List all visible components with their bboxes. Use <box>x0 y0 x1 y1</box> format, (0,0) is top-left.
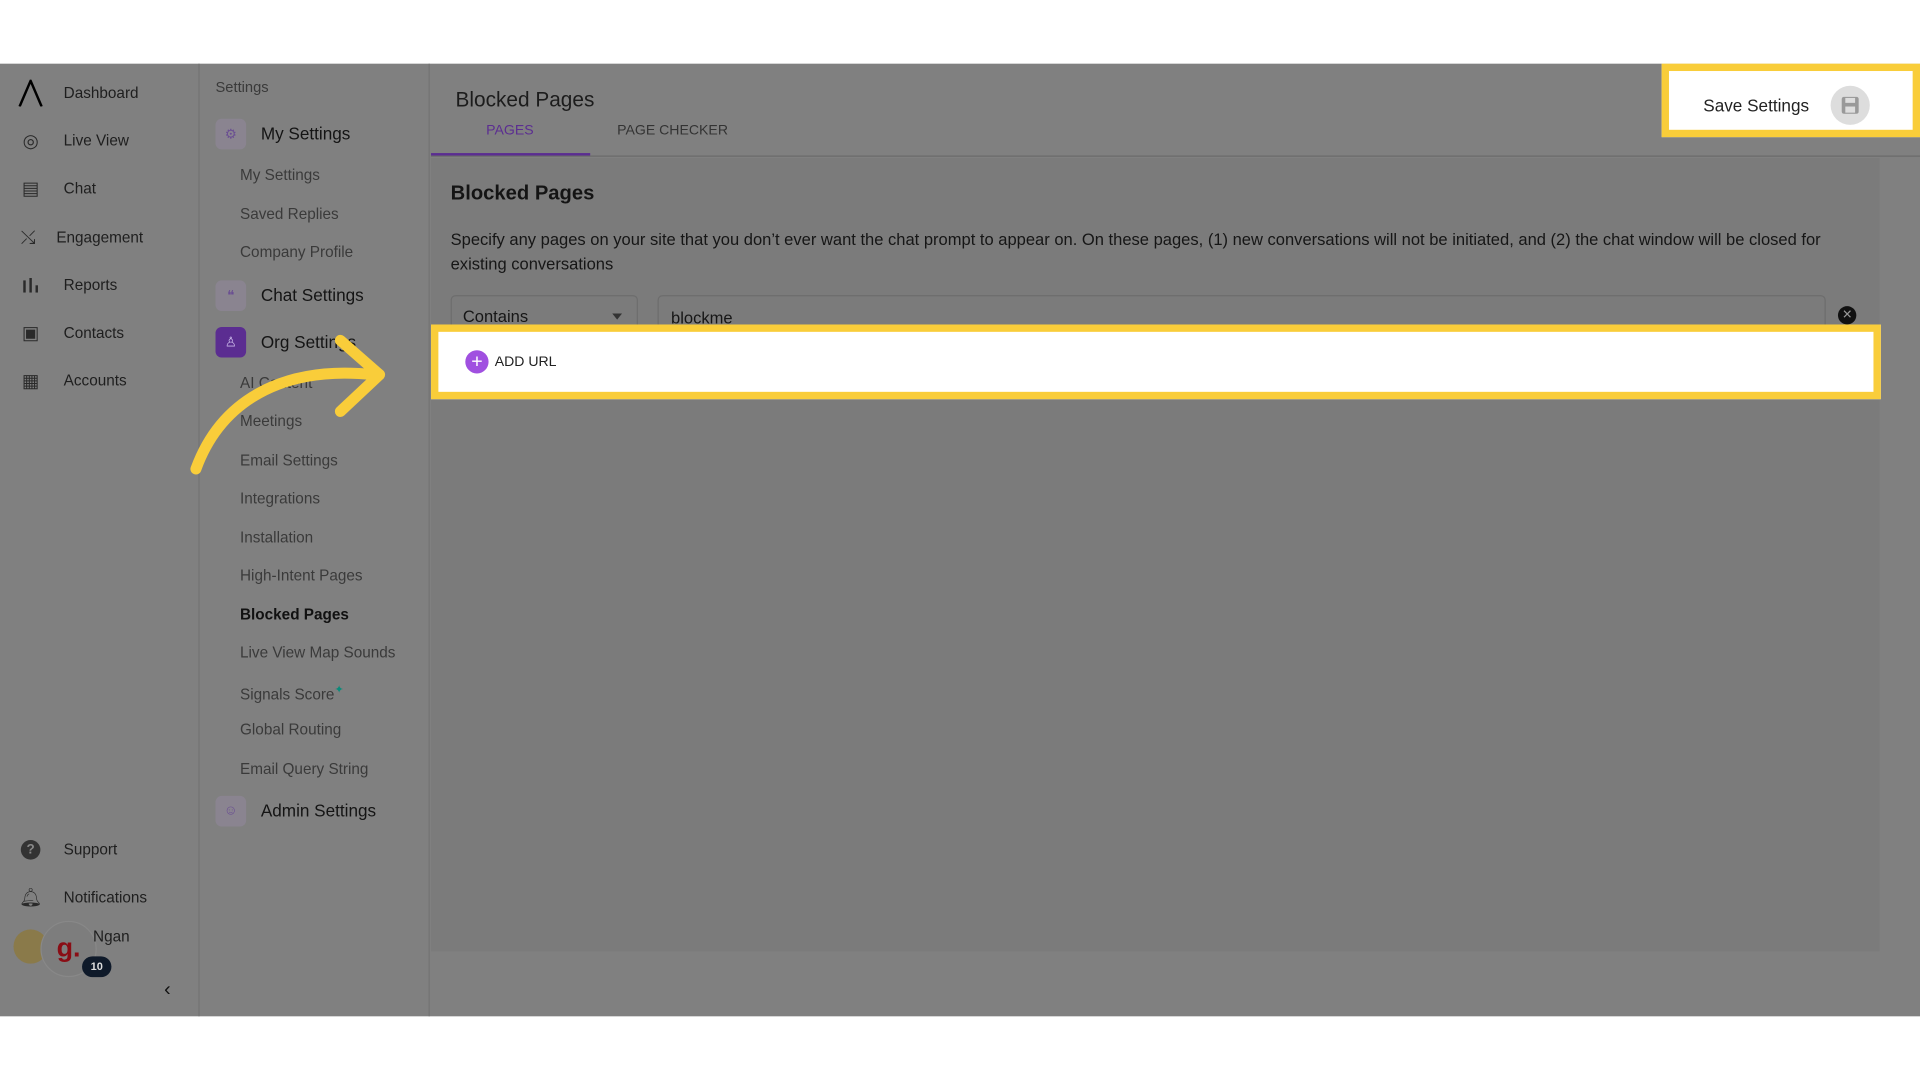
main-content: Blocked Pages PAGES PAGE CHECKER Blocked… <box>431 64 1920 1017</box>
nav-label: Contacts <box>63 324 125 342</box>
settings-item-installation[interactable]: Installation <box>240 529 313 546</box>
group-label: Admin Settings <box>260 800 377 821</box>
save-settings-button[interactable]: Save Settings <box>1703 85 1871 125</box>
notification-badge: 10 <box>82 956 112 978</box>
settings-item-company-profile[interactable]: Company Profile <box>240 244 353 261</box>
settings-item-my-settings[interactable]: My Settings <box>240 167 320 184</box>
live-view-icon: ◎ <box>22 131 39 152</box>
group-admin-settings[interactable]: ☺ Admin Settings <box>215 795 377 827</box>
caret-down-icon <box>612 313 623 320</box>
add-url-highlight: + ADD URL <box>431 324 1881 400</box>
save-settings-highlight: Save Settings <box>1661 63 1920 138</box>
logo-icon <box>17 79 44 107</box>
primary-nav: Dashboard ◎ Live View ▤ Chat ⤯ Engagemen… <box>0 63 200 1017</box>
add-url-label: ADD URL <box>494 354 557 370</box>
bell-icon: 🔔︎ <box>18 887 43 909</box>
tab-page-checker[interactable]: PAGE CHECKER <box>617 124 728 139</box>
nav-engagement[interactable]: ⤯ Engagement <box>15 223 143 252</box>
help-icon: ? <box>17 838 44 862</box>
nav-reports[interactable]: Reports <box>17 271 117 300</box>
tab-pages[interactable]: PAGES <box>486 124 533 139</box>
nav-label: Live View <box>63 132 129 150</box>
nav-accounts[interactable]: ▦ Accounts <box>17 366 127 395</box>
nav-label: Engagement <box>56 228 144 247</box>
nav-notifications[interactable]: 🔔︎ Notifications <box>17 883 147 912</box>
pointer-arrow-icon <box>190 334 386 475</box>
nav-label: Notifications <box>63 888 148 907</box>
settings-item-live-view-map-sounds[interactable]: Live View Map Sounds <box>240 644 395 661</box>
settings-heading: Settings <box>215 78 269 96</box>
group-my-settings[interactable]: ⚙ My Settings <box>215 118 351 150</box>
add-url-button[interactable]: + ADD URL <box>465 350 557 374</box>
active-tab-indicator <box>431 153 591 156</box>
settings-item-signals-score[interactable]: Signals Score✦ <box>240 683 344 703</box>
settings-item-global-routing[interactable]: Global Routing <box>240 721 341 738</box>
group-label: My Settings <box>260 123 351 144</box>
nav-label: Accounts <box>63 372 127 390</box>
settings-nav: Settings ⚙ My Settings My Settings Saved … <box>200 63 430 1017</box>
save-label: Save Settings <box>1703 95 1810 116</box>
settings-item-email-query-string[interactable]: Email Query String <box>240 760 368 777</box>
admin-icon: ☺ <box>215 795 247 826</box>
settings-item-blocked-pages[interactable]: Blocked Pages <box>240 606 349 623</box>
chat-bubbles-icon: ❝ <box>215 279 247 311</box>
user-name: Ngan <box>93 928 130 946</box>
nav-label: Reports <box>63 276 118 294</box>
plus-circle-icon: + <box>465 350 489 374</box>
page-title: Blocked Pages <box>455 88 595 112</box>
reports-icon <box>17 273 44 297</box>
app-window: Dashboard ◎ Live View ▤ Chat ⤯ Engagemen… <box>0 63 1920 1017</box>
blocked-pages-card: Blocked Pages Specify any pages on your … <box>431 157 1880 952</box>
settings-item-high-intent-pages[interactable]: High-Intent Pages <box>240 567 363 584</box>
nav-label: Dashboard <box>63 84 139 102</box>
engagement-icon: ⤯ <box>20 227 36 248</box>
accounts-icon: ▦ <box>21 371 40 392</box>
gear-icon: ⚙ <box>215 118 247 149</box>
save-icon <box>1831 85 1871 125</box>
nav-contacts[interactable]: ▣ Contacts <box>17 318 124 347</box>
nav-dashboard[interactable]: Dashboard <box>17 78 139 107</box>
group-label: Chat Settings <box>260 285 364 305</box>
item-label: Signals Score <box>240 685 335 704</box>
org-initial: g. <box>56 931 81 963</box>
nav-label: Support <box>63 841 118 859</box>
group-chat-settings[interactable]: ❝ Chat Settings <box>215 279 364 311</box>
settings-item-integrations[interactable]: Integrations <box>240 490 320 507</box>
settings-item-saved-replies[interactable]: Saved Replies <box>240 206 339 223</box>
clear-icon[interactable]: ✕ <box>1837 306 1857 325</box>
chat-icon: ▤ <box>21 178 40 200</box>
section-description: Specify any pages on your site that you … <box>450 230 1821 273</box>
new-sparkle-icon: ✦ <box>334 683 344 696</box>
nav-live-view[interactable]: ◎ Live View <box>17 126 129 155</box>
section-title: Blocked Pages <box>450 182 595 205</box>
select-value: Contains <box>462 307 529 326</box>
nav-support[interactable]: ? Support <box>17 835 117 864</box>
chevron-left-icon[interactable]: ‹ <box>164 980 171 1002</box>
nav-chat[interactable]: ▤ Chat <box>17 174 96 203</box>
contacts-icon: ▣ <box>21 323 40 345</box>
nav-label: Chat <box>63 180 97 198</box>
